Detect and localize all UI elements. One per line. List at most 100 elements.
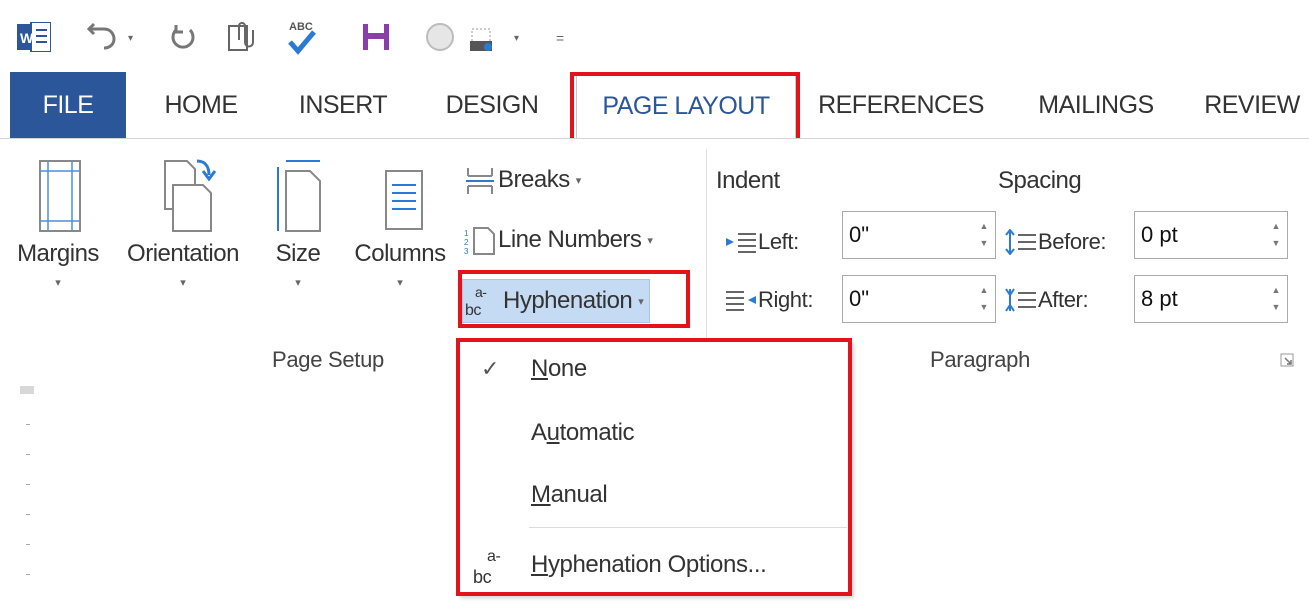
line-numbers-icon: 123 <box>464 227 495 256</box>
line-numbers-button[interactable]: 123 Line Numbers ▾ <box>462 219 653 261</box>
svg-text:a-: a- <box>475 284 487 300</box>
spacing-after-input[interactable]: 8 pt ▲ ▼ <box>1134 275 1288 323</box>
menu-item-automatic[interactable]: Automatic <box>459 405 851 461</box>
indent-title: Indent <box>716 167 780 194</box>
group-separator <box>706 149 707 369</box>
undo-dropdown-icon[interactable]: ▾ <box>128 33 133 44</box>
indent-right-spinner-icon[interactable]: ▲ ▼ <box>977 282 991 316</box>
ruler-tick <box>26 544 30 545</box>
spacing-title: Spacing <box>998 167 1082 194</box>
menu-item-manual-label: Manual <box>531 481 608 508</box>
size-button[interactable]: Size ▾ <box>262 155 334 289</box>
customize-icon[interactable] <box>466 18 500 56</box>
spacing-after-icon <box>1005 288 1036 312</box>
qat-dropdown-icon[interactable]: ▾ <box>514 33 519 44</box>
spelling-icon[interactable]: ABC <box>282 18 322 56</box>
tab-review[interactable]: REVIEW <box>1196 72 1308 138</box>
hyphenation-options-icon: a-bc <box>469 543 513 594</box>
tab-page-layout[interactable]: PAGE LAYOUT <box>576 72 796 139</box>
qat-more-icon[interactable]: = <box>556 30 564 46</box>
save-icon[interactable] <box>356 18 396 56</box>
indent-left-icon <box>726 233 756 253</box>
indent-left-input[interactable]: 0" ▲ ▼ <box>842 211 996 259</box>
margins-dropdown-icon: ▾ <box>55 277 61 289</box>
indent-left-label: Left: <box>724 221 799 263</box>
breaks-dropdown-icon: ▾ <box>575 174 582 187</box>
undo-icon[interactable] <box>84 18 122 56</box>
spacing-after-spinner-icon[interactable]: ▲ ▼ <box>1269 282 1283 316</box>
ribbon-tabs: FILE HOME INSERT DESIGN PAGE LAYOUT REFE… <box>0 72 1309 139</box>
breaks-button[interactable]: Breaks ▾ <box>462 159 581 201</box>
orientation-label: Orientation <box>127 240 239 267</box>
right-label-text: Right: <box>758 287 814 312</box>
ruler-tick <box>26 484 30 485</box>
ruler-tick <box>26 454 30 455</box>
menu-item-none-label: None <box>531 355 587 382</box>
line-numbers-dropdown-icon: ▾ <box>647 234 653 247</box>
left-label-text: Left: <box>758 229 799 254</box>
spacing-before-value: 0 pt <box>1141 222 1178 247</box>
svg-text:a-: a- <box>487 548 500 565</box>
word-logo-icon[interactable]: W <box>14 18 54 56</box>
orientation-dropdown-icon: ▾ <box>180 277 186 289</box>
columns-dropdown-icon: ▾ <box>397 277 403 289</box>
margins-label: Margins <box>17 240 99 267</box>
spacing-before-input[interactable]: 0 pt ▲ ▼ <box>1134 211 1288 259</box>
ruler-tick <box>26 424 30 425</box>
columns-icon <box>385 170 423 230</box>
hyphenation-menu: ✓ None Automatic Manual a-bc Hyphenation… <box>458 340 852 596</box>
size-icon <box>277 160 321 232</box>
orientation-icon <box>164 159 217 232</box>
redo-icon[interactable] <box>166 18 202 56</box>
tab-home[interactable]: HOME <box>146 72 256 138</box>
quick-access-toolbar: W ▾ ABC ▾ = <box>0 0 1309 70</box>
paragraph-group-label: Paragraph <box>930 347 1031 372</box>
before-label-text: Before: <box>1038 229 1107 254</box>
svg-text:ABC: ABC <box>289 21 313 33</box>
columns-button[interactable]: Columns ▾ <box>344 155 456 289</box>
attach-icon[interactable] <box>222 18 262 56</box>
tab-mailings[interactable]: MAILINGS <box>1016 72 1176 138</box>
ruler-tick <box>26 574 30 575</box>
indent-left-value: 0" <box>849 222 870 247</box>
hyphenation-icon: a-bc <box>465 284 488 319</box>
tab-references[interactable]: REFERENCES <box>810 72 992 138</box>
menu-item-manual[interactable]: Manual <box>459 467 851 523</box>
menu-separator <box>529 527 847 528</box>
breaks-label: Breaks <box>498 166 570 193</box>
paragraph-dialog-launcher-icon[interactable] <box>1280 353 1294 372</box>
indent-left-spinner-icon[interactable]: ▲ ▼ <box>977 218 991 252</box>
spacing-before-label: Before: <box>1004 221 1107 263</box>
menu-item-none[interactable]: ✓ None <box>459 341 851 397</box>
tab-file[interactable]: FILE <box>10 72 126 138</box>
svg-text:W: W <box>20 30 34 46</box>
svg-text:bc: bc <box>473 567 492 587</box>
menu-item-automatic-label: Automatic <box>531 419 635 446</box>
page-setup-group-label: Page Setup <box>272 347 384 372</box>
indent-right-input[interactable]: 0" ▲ ▼ <box>842 275 996 323</box>
vertical-ruler <box>0 384 40 601</box>
tab-insert[interactable]: INSERT <box>278 72 408 138</box>
margins-button[interactable]: Margins ▾ <box>10 155 106 289</box>
spacing-before-icon <box>1005 229 1036 255</box>
line-numbers-label: Line Numbers <box>498 226 642 253</box>
svg-text:1: 1 <box>464 229 469 238</box>
svg-text:bc: bc <box>465 302 481 319</box>
circle-icon[interactable] <box>420 18 460 56</box>
ruler-marker <box>20 386 34 394</box>
spacing-after-label: After: <box>1004 279 1089 321</box>
indent-right-icon <box>726 291 756 311</box>
svg-text:2: 2 <box>464 238 469 247</box>
size-dropdown-icon: ▾ <box>295 277 301 289</box>
indent-right-value: 0" <box>849 286 870 311</box>
tab-design[interactable]: DESIGN <box>430 72 554 138</box>
spacing-before-spinner-icon[interactable]: ▲ ▼ <box>1269 218 1283 252</box>
columns-label: Columns <box>354 240 446 267</box>
after-label-text: After: <box>1038 287 1089 312</box>
size-label: Size <box>275 240 321 267</box>
hyphenation-button[interactable]: a-bc Hyphenation ▾ <box>462 279 651 323</box>
orientation-button[interactable]: Orientation ▾ <box>114 155 252 289</box>
checkmark-icon: ✓ <box>481 356 500 381</box>
breaks-icon <box>466 168 494 194</box>
menu-item-hyphenation-options[interactable]: a-bc Hyphenation Options... <box>459 537 851 593</box>
